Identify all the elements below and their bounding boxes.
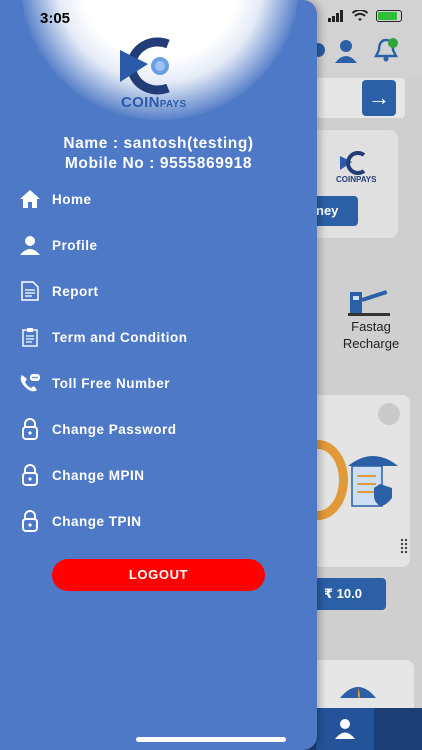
coinpays-logo-icon — [340, 151, 366, 175]
card-logo-text: COINPAYS — [336, 175, 377, 184]
menu-label-toll-free: Toll Free Number — [52, 375, 171, 391]
navigation-drawer: 3:05 COINPAYS Name : santosh(testing) Mo… — [0, 0, 317, 750]
arrow-right-icon[interactable]: → — [362, 80, 396, 116]
umbrella-icon — [340, 687, 376, 698]
lock-icon — [19, 510, 41, 532]
brand-coin: COIN — [121, 94, 160, 111]
menu-label-report: Report — [52, 283, 99, 299]
logout-button[interactable]: LOGOUT — [52, 559, 265, 591]
menu-label-home: Home — [52, 191, 92, 207]
notification-bell-icon[interactable] — [372, 36, 400, 64]
dots-decoration — [400, 538, 408, 554]
menu-item-report[interactable]: Report — [0, 272, 317, 310]
clipboard-icon — [19, 326, 41, 348]
toll-gate-icon[interactable] — [348, 288, 390, 316]
menu-item-terms[interactable]: Term and Condition — [0, 318, 317, 356]
coinpays-logo — [120, 37, 170, 95]
promo-toggle[interactable] — [378, 403, 400, 425]
signal-icon — [328, 10, 343, 22]
wifi-icon — [352, 10, 368, 21]
menu-item-toll-free[interactable]: Toll Free Number — [0, 364, 317, 402]
document-icon — [19, 280, 41, 302]
lock-icon — [19, 418, 41, 440]
fastag-recharge-label[interactable]: Fastag Recharge — [334, 318, 408, 352]
user-mobile: Mobile No : 9555869918 — [64, 155, 253, 172]
insurance-illustration-icon — [348, 456, 398, 507]
user-name: Name : santosh(testing) — [63, 135, 254, 152]
account-icon[interactable] — [333, 38, 359, 64]
menu-item-profile[interactable]: Profile — [0, 226, 317, 264]
amount-button[interactable]: ₹ 10.0 — [314, 578, 386, 610]
home-indicator — [136, 737, 286, 742]
status-bar-right — [328, 10, 402, 22]
menu-item-home[interactable]: Home — [0, 180, 317, 218]
lock-icon — [19, 464, 41, 486]
menu-item-change-mpin[interactable]: Change MPIN — [0, 456, 317, 494]
user-icon — [19, 234, 41, 256]
menu-label-profile: Profile — [52, 237, 98, 253]
menu-label-change-tpin: Change TPIN — [52, 513, 142, 529]
battery-icon — [376, 10, 402, 22]
profile-tab-icon[interactable] — [333, 716, 357, 740]
phone-call-icon — [19, 372, 41, 394]
menu-label-change-mpin: Change MPIN — [52, 467, 145, 483]
brand-pays: PAYS — [159, 99, 187, 110]
menu-label-change-password: Change Password — [52, 421, 177, 437]
status-time: 3:05 — [40, 10, 71, 27]
menu-item-change-password[interactable]: Change Password — [0, 410, 317, 448]
brand-wordmark: COINPAYS — [121, 94, 186, 112]
menu-item-change-tpin[interactable]: Change TPIN — [0, 502, 317, 540]
home-icon — [19, 188, 41, 210]
menu-label-terms: Term and Condition — [52, 329, 188, 345]
